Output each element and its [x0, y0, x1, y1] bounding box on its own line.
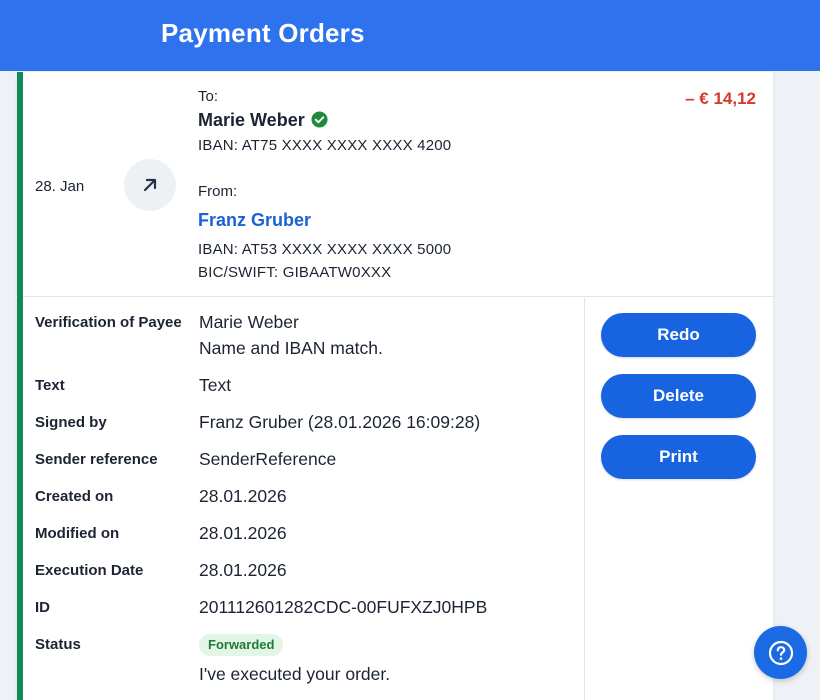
top-bar: Payment Orders	[0, 0, 820, 71]
sender-name-link[interactable]: Franz Gruber	[198, 210, 311, 231]
arrow-up-right-icon	[124, 159, 176, 211]
to-label: To:	[198, 88, 219, 105]
id-value: 201112601282CDC-00FUFXZJ0HPB	[199, 597, 488, 617]
recipient-name-row: Marie Weber	[198, 110, 328, 131]
modified-on-label: Modified on	[35, 525, 120, 542]
page-title: Payment Orders	[161, 18, 365, 48]
created-on-label: Created on	[35, 488, 114, 505]
modified-on-value: 28.01.2026	[199, 523, 287, 543]
redo-button[interactable]: Redo	[601, 313, 756, 357]
order-summary[interactable]: 28. Jan To: Marie Weber IBAN: AT75 XXXX …	[23, 72, 773, 297]
order-amount: – € 14,12	[685, 89, 756, 108]
created-on-value: 28.01.2026	[199, 486, 287, 506]
id-label: ID	[35, 599, 50, 616]
verification-name: Marie Weber	[199, 312, 299, 332]
print-button[interactable]: Print	[601, 435, 756, 479]
verified-check-icon	[311, 111, 328, 128]
sender-iban: IBAN: AT53 XXXX XXXX XXXX 5000	[198, 241, 452, 258]
sender-bic: BIC/SWIFT: GIBAATW0XXX	[198, 264, 392, 281]
recipient-name: Marie Weber	[198, 110, 305, 130]
recipient-iban: IBAN: AT75 XXXX XXXX XXXX 4200	[198, 137, 452, 154]
text-value: Text	[199, 375, 232, 395]
sender-reference-value: SenderReference	[199, 449, 337, 469]
help-circle-icon	[768, 640, 793, 665]
order-date: 28. Jan	[35, 178, 85, 195]
help-button[interactable]	[754, 626, 807, 679]
status-message: I've executed your order.	[199, 664, 391, 684]
from-label: From:	[198, 183, 238, 200]
payment-order-card: 28. Jan To: Marie Weber IBAN: AT75 XXXX …	[17, 72, 773, 700]
order-details: Verification of Payee Marie Weber Name a…	[23, 298, 585, 700]
text-label: Text	[35, 377, 65, 394]
sender-reference-label: Sender reference	[35, 451, 158, 468]
verification-result: Name and IBAN match.	[199, 338, 383, 358]
execution-date-label: Execution Date	[35, 562, 144, 579]
status-label: Status	[35, 636, 81, 653]
signed-by-value: Franz Gruber (28.01.2026 16:09:28)	[199, 412, 481, 432]
signed-by-label: Signed by	[35, 414, 107, 431]
verification-label: Verification of Payee	[35, 314, 182, 331]
status-badge: Forwarded	[199, 634, 284, 656]
delete-button[interactable]: Delete	[601, 374, 756, 418]
execution-date-value: 28.01.2026	[199, 560, 287, 580]
